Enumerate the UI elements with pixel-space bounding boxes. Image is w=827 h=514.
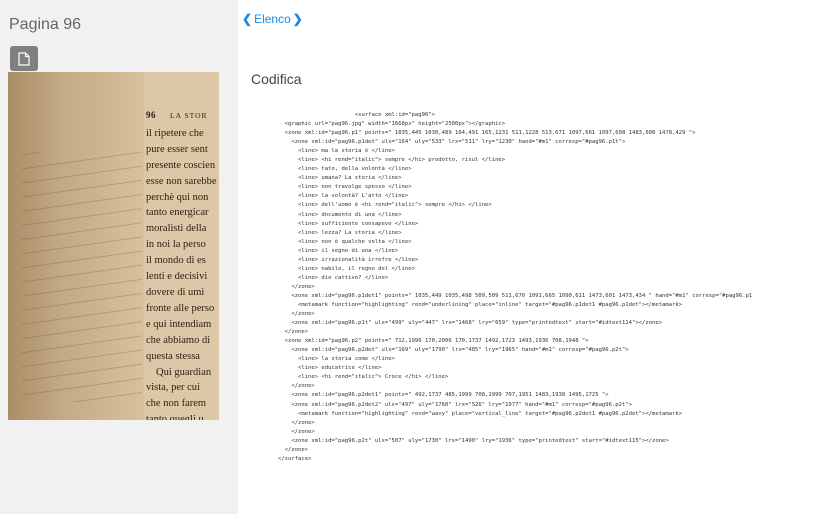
- scan-text-line: tanto energicar: [146, 207, 209, 219]
- code-line: <zone xml:id="pag96.p2det1" points=" 492…: [278, 392, 609, 399]
- scan-text-line: il mondo di es: [146, 255, 206, 267]
- scan-page-number: 96: [146, 110, 156, 120]
- code-line: <zone xml:id="pag96.p1det1" points=" 103…: [278, 292, 753, 299]
- scan-text-line: questa stessa: [146, 350, 200, 362]
- scan-text-line: vista, per cui: [146, 382, 200, 394]
- code-line: </zone>: [278, 428, 315, 435]
- code-line: <zone xml:id="pag96.p1" points=" 1035,44…: [278, 130, 696, 137]
- code-line: <line> umana? La storia </line>: [278, 175, 402, 182]
- code-line: <line> irrazionalità irrefre </line>: [278, 256, 419, 263]
- code-line: </zone>: [278, 329, 309, 336]
- code-line: <line> il segno di una </line>: [278, 247, 399, 254]
- scan-printed-text: 96 LA STOR il ripetere che pure esser sent…: [146, 108, 219, 420]
- scan-text-line: e qui intendiam: [146, 318, 212, 330]
- code-line: <zone xml:id="pag96.p1det" ulx="164" uly…: [278, 139, 626, 146]
- code-line: </zone>: [278, 419, 315, 426]
- tei-code-block: <surface xml:id="pag96"> <graphic url="p…: [278, 111, 827, 464]
- page-title: Pagina 96: [9, 16, 82, 33]
- scan-text-line: perchè qui non: [146, 191, 209, 203]
- code-line: <line> lezza? La storia </line>: [278, 229, 402, 236]
- section-title: Codifica: [251, 71, 302, 87]
- code-line: <line> ma la storia è </line>: [278, 148, 395, 155]
- page-scan-image[interactable]: 96 LA STOR il ripetere che pure esser sent…: [8, 72, 219, 420]
- code-line: <line> documento di una </line>: [278, 211, 402, 218]
- code-line: <zone xml:id="pag96.p2det2" ulx="497" ul…: [278, 401, 632, 408]
- code-line: </zone>: [278, 311, 315, 318]
- code-line: <line> sufficiente consapevo </line>: [278, 220, 419, 227]
- scan-text-line: lenti e decisivi: [146, 271, 208, 283]
- code-line: <zone xml:id="pag96.p2" points=" 712,199…: [278, 338, 589, 345]
- code-line: <metamark function="highlighting" rend="…: [278, 410, 683, 417]
- chevron-right-icon[interactable]: ❯: [293, 12, 303, 26]
- scan-text-line: in noi la perso: [146, 239, 206, 251]
- document-icon: [18, 51, 30, 66]
- code-line: </zone>: [278, 383, 315, 390]
- scan-text-line: presente coscien: [146, 159, 216, 171]
- scan-text-line: dovere di umi: [146, 286, 205, 298]
- scan-text-line: fronte alle perso: [146, 302, 215, 314]
- code-line: <line> <hi rend="italic"> Croce </hi> </…: [278, 374, 449, 381]
- scan-text-line: che abbiamo di: [146, 334, 211, 346]
- code-line: <line> dell'uomo è <hi rend="italic"> se…: [278, 202, 492, 209]
- scan-text-line: Qui guardian: [156, 366, 212, 378]
- code-line: <line> la storia come </line>: [278, 356, 395, 363]
- document-view-button[interactable]: [10, 46, 38, 71]
- code-line: <zone xml:id="pag96.p1t" ulx="499" uly="…: [278, 320, 663, 327]
- chevron-left-icon[interactable]: ❮: [242, 12, 252, 26]
- breadcrumb-nav: ❮ Elenco ❯: [242, 12, 303, 26]
- code-line: <line> educatrice </line>: [278, 365, 382, 372]
- code-line: <line> non travolge spesso </line>: [278, 184, 412, 191]
- scan-text-line: il ripetere che: [146, 127, 204, 139]
- handwritten-notes: [22, 152, 142, 402]
- code-line: </zone>: [278, 283, 315, 290]
- code-line: <zone xml:id="pag96.p2t" ulx="507" uly="…: [278, 437, 669, 444]
- scan-text-line: moralisti della: [146, 223, 207, 235]
- code-line: <surface xml:id="pag96">: [278, 112, 435, 118]
- scan-text-line: pure esser sent: [146, 143, 208, 155]
- code-line: <zone xml:id="pag96.p2det" ulx="169" uly…: [278, 347, 629, 354]
- code-line: <line> tato, della volontà </line>: [278, 166, 412, 173]
- scan-text-line: tanto quegli u: [146, 414, 204, 420]
- code-line: <line> non è qualche volta </line>: [278, 238, 412, 245]
- code-line: <metamark function="highlighting" rend="…: [278, 301, 683, 308]
- code-line: <line> dio cattivo? </line>: [278, 274, 389, 281]
- code-line: <line> <hi rend="italic"> sempre </hi> p…: [278, 157, 506, 164]
- back-to-list-link[interactable]: Elenco: [254, 12, 291, 26]
- code-line: <line> nabile, il regno del </line>: [278, 265, 415, 272]
- code-line: </zone>: [278, 446, 309, 453]
- code-line: <graphic url="pag96.jpg" width="1668px" …: [278, 121, 506, 128]
- code-line: </surface>: [278, 455, 312, 462]
- scan-running-header: LA STOR: [170, 111, 208, 120]
- scan-text-line: esse non sarebbe: [146, 175, 217, 187]
- code-line: <line> la volontà? L'atto </line>: [278, 193, 409, 200]
- scan-text-line: che non farem: [146, 398, 207, 410]
